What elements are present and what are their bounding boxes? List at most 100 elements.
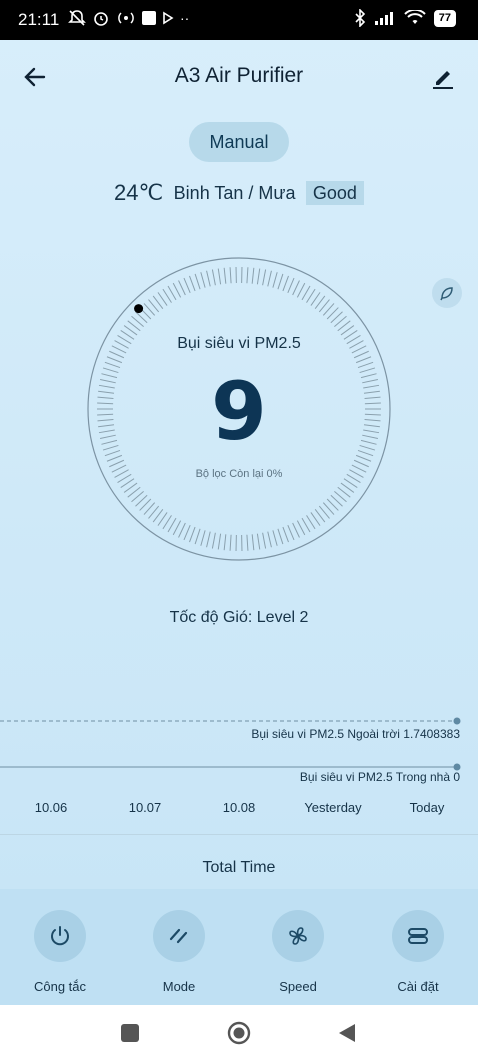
app-header: A3 Air Purifier bbox=[0, 52, 478, 100]
dial-tick bbox=[229, 534, 232, 551]
dial-tick bbox=[200, 530, 206, 546]
date-label: Today bbox=[409, 800, 445, 815]
filter-remaining: Bộ lọc Còn lại 0% bbox=[195, 468, 283, 480]
dial-tick bbox=[172, 282, 182, 298]
air-quality-badge: Good bbox=[305, 180, 364, 205]
outdoor-temperature: 24℃ bbox=[114, 180, 164, 205]
alarm-icon bbox=[94, 12, 108, 26]
dial-tick bbox=[353, 459, 369, 468]
eco-leaf-button[interactable] bbox=[432, 278, 462, 308]
speed-button[interactable]: Speed bbox=[253, 910, 343, 994]
dial-tick bbox=[194, 528, 201, 545]
power-label: Công tắc bbox=[33, 979, 87, 994]
play-icon bbox=[163, 11, 174, 25]
dial-tick bbox=[277, 273, 284, 290]
dial-tick bbox=[211, 532, 216, 549]
more-notifications-icon: ·· bbox=[180, 10, 190, 26]
speed-label: Speed bbox=[279, 979, 317, 994]
settings-icon bbox=[408, 928, 428, 944]
location-weather: Binh Tan / Mưa bbox=[173, 182, 296, 203]
dial-tick bbox=[267, 531, 272, 548]
dial-indicator-dot bbox=[134, 304, 144, 314]
dial-tick bbox=[246, 534, 249, 551]
indoor-pm25-label: Bụi siêu vi PM2.5 Trong nhà 0 bbox=[299, 770, 460, 784]
hotspot-icon bbox=[118, 12, 134, 24]
edit-pencil-icon[interactable] bbox=[428, 62, 458, 92]
dial-tick bbox=[167, 517, 177, 533]
recent-apps-icon[interactable] bbox=[118, 1021, 142, 1045]
dial-tick bbox=[272, 272, 278, 288]
dial-tick bbox=[355, 356, 372, 364]
dial-tick bbox=[262, 532, 267, 549]
dial-tick bbox=[217, 268, 222, 285]
mode-icon bbox=[169, 928, 188, 944]
wind-speed-label: Tốc độ Gió: Level 2 bbox=[169, 609, 309, 626]
dial-tick bbox=[223, 267, 227, 284]
dial-tick bbox=[211, 269, 216, 286]
dial-tick bbox=[272, 530, 278, 546]
power-button[interactable]: Công tắc bbox=[15, 910, 105, 994]
dial-tick bbox=[262, 269, 267, 286]
back-triangle-icon[interactable] bbox=[335, 1021, 359, 1045]
weather-info: 24℃ Binh Tan / Mưa Good bbox=[0, 180, 478, 206]
dial-tick bbox=[267, 270, 272, 287]
signal-icon bbox=[374, 12, 393, 25]
bluetooth-icon bbox=[355, 9, 365, 27]
dial-tick bbox=[296, 282, 306, 298]
page-title: A3 Air Purifier bbox=[174, 64, 304, 87]
dial-tick bbox=[301, 285, 311, 301]
dial-tick bbox=[189, 526, 196, 543]
dial-tick bbox=[296, 520, 306, 536]
settings-button[interactable]: Cài đặt bbox=[373, 910, 463, 994]
dial-tick bbox=[206, 531, 211, 548]
dial-tick bbox=[167, 285, 177, 301]
dial-tick bbox=[277, 528, 284, 545]
dial-tick bbox=[183, 524, 191, 541]
date-label: 10.06 bbox=[34, 800, 68, 815]
dial-tick bbox=[251, 267, 255, 284]
dial-tick bbox=[206, 270, 211, 287]
dial-tick bbox=[109, 459, 125, 468]
dial-tick bbox=[178, 522, 186, 538]
dial-tick bbox=[183, 277, 191, 294]
dial-tick bbox=[217, 533, 222, 550]
dial-tick bbox=[200, 272, 206, 288]
date-label: 10.07 bbox=[128, 800, 162, 815]
mode-badge[interactable]: Manual bbox=[189, 122, 289, 162]
dial-tick bbox=[256, 268, 261, 285]
power-icon bbox=[51, 926, 69, 946]
dial-tick bbox=[301, 517, 311, 533]
divider bbox=[0, 834, 478, 835]
dial-tick bbox=[106, 356, 123, 364]
total-time-label[interactable]: Total Time bbox=[0, 859, 478, 877]
fan-icon bbox=[289, 927, 307, 945]
dial-tick bbox=[251, 534, 255, 551]
trend-date-axis: 10.06 10.07 10.08 Yesterday Today bbox=[0, 800, 478, 820]
dial-tick bbox=[223, 534, 227, 551]
battery-icon: 77 bbox=[433, 9, 456, 27]
app-screen: 21:11 ·· 77 A3 Air Purifier Manual 24℃ B… bbox=[0, 0, 478, 1005]
status-bar: 21:11 ·· 77 bbox=[0, 0, 478, 40]
leaf-icon bbox=[440, 287, 453, 301]
outdoor-trend-point bbox=[453, 717, 461, 725]
outdoor-pm25-label: Bụi siêu vi PM2.5 Ngoài trời 1.7408383 bbox=[251, 727, 460, 741]
mode-label: Mode bbox=[162, 979, 196, 994]
date-label: 10.08 bbox=[222, 800, 256, 815]
dial-tick bbox=[194, 273, 201, 290]
status-time: 21:11 bbox=[18, 10, 60, 29]
notification-square-icon bbox=[142, 11, 156, 25]
dial-tick bbox=[282, 275, 289, 292]
pm25-value: 9 bbox=[211, 365, 267, 458]
dial-tick bbox=[282, 526, 289, 543]
dial-tick bbox=[229, 267, 232, 284]
home-icon[interactable] bbox=[227, 1021, 251, 1045]
mode-button[interactable]: Mode bbox=[134, 910, 224, 994]
dial-tick bbox=[178, 280, 186, 296]
dial-tick bbox=[256, 533, 261, 550]
system-navigation-bar bbox=[0, 1005, 478, 1062]
dial-tick bbox=[246, 267, 249, 284]
dial-tick bbox=[292, 280, 300, 296]
settings-label: Cài đặt bbox=[397, 979, 439, 994]
pm25-label: Bụi siêu vi PM2.5 bbox=[177, 335, 301, 352]
dial-tick bbox=[172, 520, 182, 536]
